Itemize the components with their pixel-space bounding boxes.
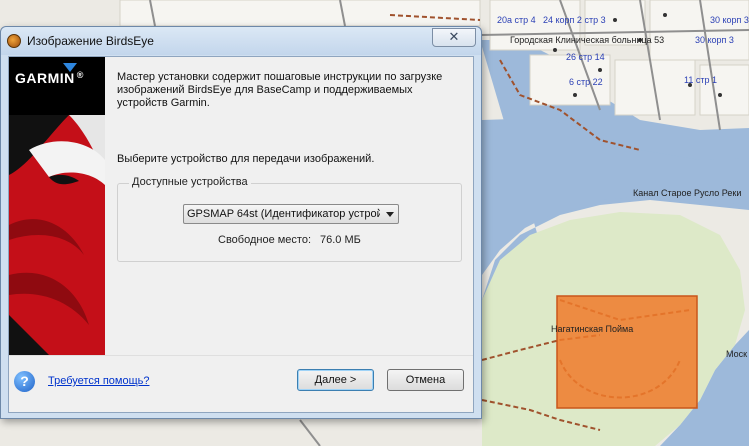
wizard-description: Мастер установки содержит пошаговые инст…	[117, 71, 443, 109]
select-prompt: Выберите устройство для передачи изображ…	[117, 153, 375, 165]
garmin-banner: GARMIN ®	[9, 57, 105, 355]
chevron-down-icon[interactable]	[386, 212, 394, 217]
map-label: 26 стр 14	[566, 52, 605, 62]
map-label: 30 корп 3	[695, 35, 734, 45]
help-link[interactable]: Требуется помощь?	[48, 375, 149, 387]
close-button[interactable]: ✕	[432, 28, 476, 47]
eagle-graphic-icon	[9, 115, 105, 355]
map-label: 24 корп 2 стр 3	[543, 15, 606, 25]
map-label: 11 стр 1	[684, 75, 717, 85]
map-label: Моск	[726, 349, 748, 359]
title-bar[interactable]: Изображение BirdsEye ✕	[1, 27, 481, 55]
map-label: 20а стр 4	[497, 15, 536, 25]
next-button[interactable]: Далее >	[297, 369, 374, 391]
footer-separator	[9, 355, 473, 356]
question-icon[interactable]: ?	[14, 371, 35, 392]
window-title: Изображение BirdsEye	[27, 34, 154, 48]
basecamp-app-icon	[7, 34, 21, 48]
garmin-wordmark: GARMIN ®	[15, 70, 84, 86]
map-label: Канал Старое Русло Реки	[633, 188, 742, 198]
free-space-value: 76.0 МБ	[320, 234, 361, 246]
free-space-label: Свободное место:	[218, 234, 312, 246]
map-selection-area[interactable]	[556, 295, 698, 409]
cancel-button[interactable]: Отмена	[387, 369, 464, 391]
map-label: Нагатинская Пойма	[551, 324, 634, 334]
garmin-triangle-icon	[63, 63, 77, 72]
question-glyph: ?	[20, 373, 29, 389]
map-label: 6 стр 22	[569, 77, 603, 87]
garmin-logo: GARMIN ®	[9, 57, 105, 115]
close-icon: ✕	[448, 29, 460, 44]
dialog-content: GARMIN ® Мастер установки содержит пошаго…	[8, 56, 474, 413]
birdseye-dialog: Изображение BirdsEye ✕ GARMIN ® Мастер у…	[0, 26, 482, 419]
device-select-value: GPSMAP 64st (Идентификатор устройства)	[187, 208, 380, 220]
map-label: 30 корп 3	[710, 15, 749, 25]
group-label: Доступные устройства	[129, 176, 251, 188]
map-label: Городская Клиническая больница 53	[510, 35, 665, 45]
device-select[interactable]: GPSMAP 64st (Идентификатор устройства)	[183, 204, 399, 224]
